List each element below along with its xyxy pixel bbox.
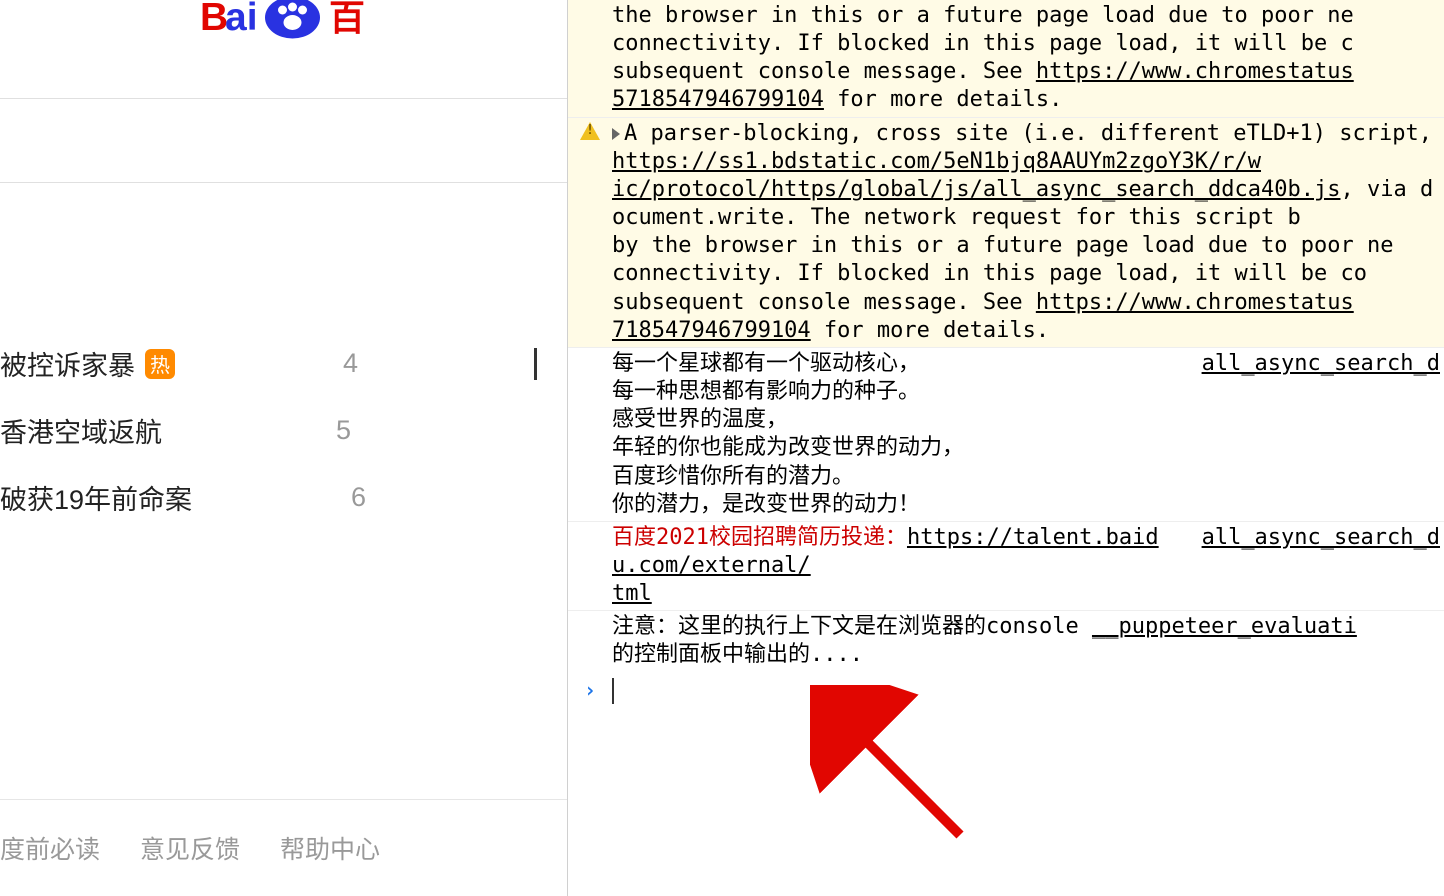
page-footer-links: 度前必读 意见反馈 帮助中心	[0, 799, 567, 896]
console-link[interactable]: __puppeteer_evaluati	[1092, 614, 1357, 639]
baidu-page-left: B ai du 百 被控诉家暴 热 4 香港空域返航 5	[0, 0, 568, 896]
footer-link[interactable]: 意见反馈	[140, 830, 240, 866]
warning-icon	[580, 122, 600, 140]
baidu-logo[interactable]: B ai du 百	[200, 0, 400, 50]
console-log[interactable]: 注意：这里的执行上下文是在浏览器的console __puppeteer_eva…	[568, 611, 1444, 671]
footer-link[interactable]: 帮助中心	[280, 830, 380, 866]
search-top-border	[0, 98, 567, 99]
disclosure-triangle-icon[interactable]	[612, 128, 620, 140]
hot-rank-number: 6	[351, 482, 366, 513]
console-warning[interactable]: the browser in this or a future page loa…	[568, 0, 1444, 118]
devtools-console: the browser in this or a future page loa…	[568, 0, 1444, 896]
prompt-chevron-icon: ›	[568, 678, 612, 704]
console-link[interactable]: https://www.chromestatus	[1036, 290, 1354, 315]
svg-text:B: B	[200, 0, 228, 39]
console-link[interactable]: tml	[612, 581, 652, 606]
console-prompt[interactable]: ›	[568, 672, 1444, 704]
console-message-body: 注意：这里的执行上下文是在浏览器的console __puppeteer_eva…	[612, 613, 1444, 669]
console-link[interactable]: 718547946799104	[612, 318, 811, 343]
console-log[interactable]: all_async_search_d百度2021校园招聘简历投递：https:/…	[568, 522, 1444, 611]
hot-rank-number: 4	[343, 348, 358, 379]
hot-rank-number: 5	[336, 415, 351, 446]
console-log[interactable]: all_async_search_d每一个星球都有一个驱动核心， 每一种思想都有…	[568, 348, 1444, 522]
hot-item-title: 香港空域返航	[0, 411, 162, 450]
hot-badge: 热	[145, 349, 175, 379]
console-link[interactable]: 5718547946799104	[612, 87, 824, 112]
console-source-link[interactable]: all_async_search_d	[1202, 524, 1440, 552]
hot-search-list: 被控诉家暴 热 4 香港空域返航 5 破获19年前命案 6	[0, 330, 537, 531]
red-label: 百度2021校园招聘简历投递：	[612, 525, 907, 550]
console-message-body: A parser-blocking, cross site (i.e. diff…	[612, 120, 1444, 345]
hot-item-title: 被控诉家暴	[0, 344, 135, 383]
console-link[interactable]: https://www.chromestatus	[1036, 59, 1354, 84]
hot-item-title: 破获19年前命案	[0, 478, 192, 517]
svg-text:ai: ai	[225, 0, 258, 39]
console-warning[interactable]: A parser-blocking, cross site (i.e. diff…	[568, 118, 1444, 348]
console-message-body: all_async_search_d每一个星球都有一个驱动核心， 每一种思想都有…	[612, 350, 1444, 519]
annotation-arrow-icon	[810, 685, 990, 865]
console-message-body: all_async_search_d百度2021校园招聘简历投递：https:/…	[612, 524, 1444, 608]
hot-item[interactable]: 破获19年前命案 6	[0, 464, 537, 531]
console-source-link[interactable]: all_async_search_d	[1202, 350, 1440, 378]
footer-link[interactable]: 度前必读	[0, 830, 100, 866]
input-caret	[612, 678, 614, 704]
console-link[interactable]: https://ss1.bdstatic.com/5eN1bjq8AAUYm2z…	[612, 149, 1340, 202]
baidu-logo-svg: B ai du 百	[200, 0, 400, 50]
hot-item[interactable]: 香港空域返航 5	[0, 397, 537, 464]
console-message-body: the browser in this or a future page loa…	[612, 2, 1444, 115]
hot-item[interactable]: 被控诉家暴 热 4	[0, 330, 537, 397]
search-bottom-border	[0, 182, 567, 183]
svg-text:百: 百	[329, 0, 365, 38]
text-cursor-icon	[534, 348, 537, 380]
